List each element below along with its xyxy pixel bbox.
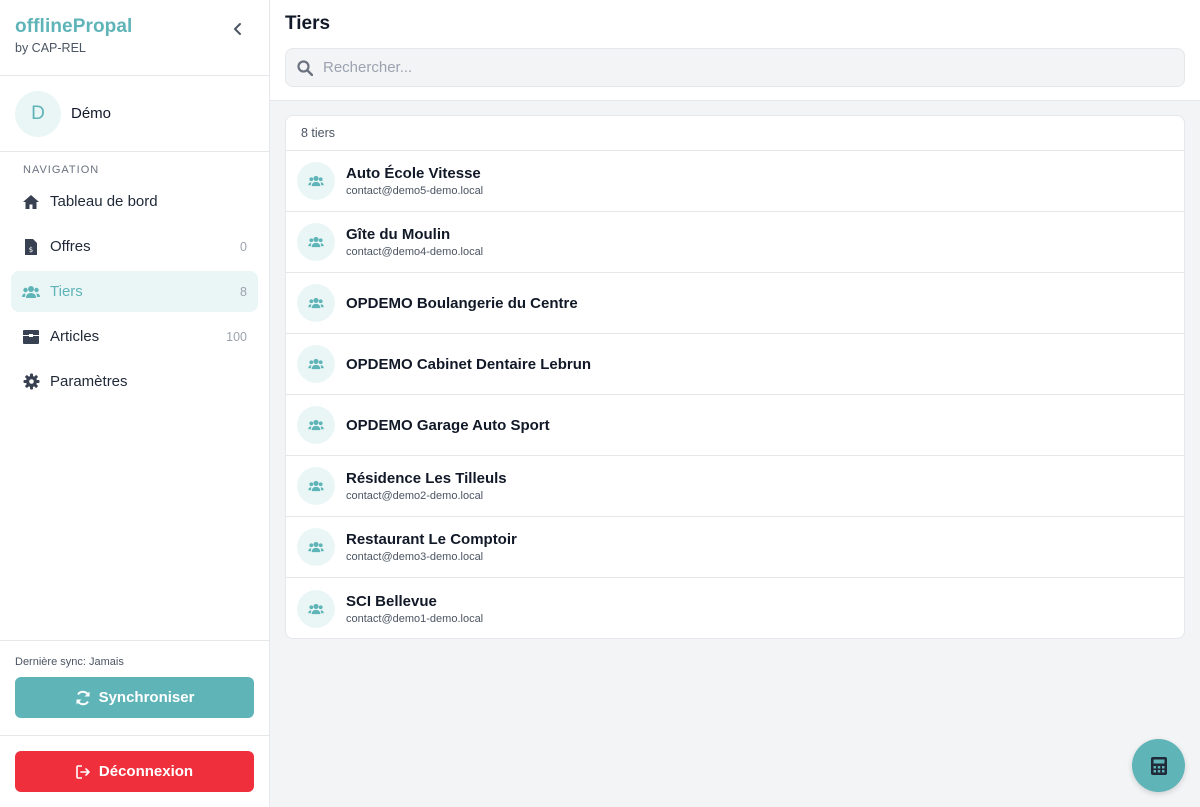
list-item-text: OPDEMO Boulangerie du Centre — [346, 295, 578, 312]
sync-panel: Dernière sync: Jamais Synchroniser — [0, 640, 269, 736]
sidebar-item-count: 0 — [240, 239, 247, 254]
tiers-name: SCI Bellevue — [346, 592, 437, 610]
tiers-email: contact@demo3-demo.local — [346, 551, 484, 563]
sidebar-item-label: Tiers — [50, 283, 83, 300]
calculator-button[interactable] — [1132, 739, 1185, 792]
list-item[interactable]: Gîte du Moulin contact@demo4-demo.local — [286, 212, 1184, 273]
logout-button[interactable]: Déconnexion — [15, 751, 254, 792]
gear-icon — [22, 373, 40, 391]
nav-list: Tableau de bord $ Offres 0 Tiers 8 Artic… — [0, 181, 269, 402]
sidebar-item-articles[interactable]: Articles 100 — [11, 316, 258, 357]
list-item[interactable]: Restaurant Le Comptoir contact@demo3-demo… — [286, 517, 1184, 578]
sidebar-item-count: 8 — [240, 284, 247, 299]
main-content: Tiers 8 tiers Auto École Vitesse contact@… — [270, 0, 1200, 807]
tiers-name: OPDEMO Boulangerie du Centre — [346, 294, 578, 312]
tiers-email: contact@demo5-demo.local — [346, 185, 484, 197]
tiers-name: OPDEMO Garage Auto Sport — [346, 416, 550, 434]
logout-button-label: Déconnexion — [98, 763, 194, 780]
tiers-list: 8 tiers Auto École Vitesse contact@demo5-… — [285, 115, 1185, 639]
list-item[interactable]: SCI Bellevue contact@demo1-demo.local — [286, 578, 1184, 638]
tiers-name: Gîte du Moulin — [346, 226, 451, 243]
tiers-email: contact@demo4-demo.local — [346, 246, 484, 258]
sidebar-item-dashboard[interactable]: Tableau de bord — [11, 181, 258, 222]
list-item[interactable]: OPDEMO Garage Auto Sport — [286, 395, 1184, 456]
sidebar-item-count: 100 — [226, 329, 247, 344]
users-icon — [22, 283, 40, 301]
users-icon — [297, 467, 335, 505]
sidebar-item-label: Offres — [50, 238, 91, 255]
sidebar-item-label: Paramètres — [50, 373, 128, 390]
users-icon — [297, 223, 335, 261]
sync-button[interactable]: Synchroniser — [15, 677, 254, 718]
search-bar — [285, 48, 1185, 87]
brand-name: offlinePropal — [15, 16, 133, 37]
svg-text:$: $ — [29, 246, 33, 254]
chevron-left-icon[interactable] — [229, 20, 247, 38]
refresh-icon — [76, 690, 90, 705]
tiers-name: Résidence Les Tilleuls — [346, 470, 507, 487]
sidebar-item-tiers[interactable]: Tiers 8 — [11, 271, 258, 312]
calculator-icon — [1150, 756, 1167, 775]
list-item-text: Résidence Les Tilleuls contact@demo2-demo… — [346, 470, 507, 502]
invoice-icon: $ — [22, 238, 40, 256]
users-icon — [297, 284, 335, 322]
tiers-email: contact@demo1-demo.local — [346, 612, 484, 625]
brand-subtitle: by CAP-REL — [15, 41, 86, 55]
page-title: Tiers — [285, 13, 331, 34]
logout-icon — [76, 764, 90, 779]
users-icon — [297, 528, 335, 566]
sidebar-item-label: Articles — [50, 328, 100, 345]
tiers-name: Restaurant Le Comptoir — [346, 531, 517, 548]
users-icon — [297, 345, 335, 383]
sidebar-item-label: Tableau de bord — [50, 193, 158, 210]
users-icon — [297, 406, 335, 444]
sync-button-label: Synchroniser — [98, 689, 195, 706]
tiers-name: Auto École Vitesse — [346, 165, 481, 182]
page-header: Tiers — [270, 0, 1200, 101]
avatar: D — [15, 90, 61, 137]
sidebar-item-offres[interactable]: $ Offres 0 — [11, 226, 258, 267]
list-item[interactable]: Résidence Les Tilleuls contact@demo2-demo… — [286, 456, 1184, 517]
search-input[interactable] — [323, 59, 1123, 76]
tiers-name: OPDEMO Cabinet Dentaire Lebrun — [346, 355, 592, 373]
search-icon — [297, 59, 313, 76]
list-item-text: Auto École Vitesse contact@demo5-demo.loc… — [346, 165, 483, 197]
users-icon — [297, 162, 335, 200]
list-count: 8 tiers — [286, 116, 1184, 151]
list-item-text: Gîte du Moulin contact@demo4-demo.local — [346, 226, 483, 258]
list-item-text: OPDEMO Cabinet Dentaire Lebrun — [346, 356, 591, 373]
list-item-text: OPDEMO Garage Auto Sport — [346, 417, 550, 434]
user-card: D Démo — [0, 76, 269, 152]
home-icon — [22, 193, 40, 211]
brand: offlinePropal by CAP-REL — [0, 0, 269, 76]
box-icon — [22, 328, 40, 346]
list-item-text: SCI Bellevue contact@demo1-demo.local — [346, 593, 483, 625]
list-item[interactable]: OPDEMO Boulangerie du Centre — [286, 273, 1184, 334]
list-item[interactable]: Auto École Vitesse contact@demo5-demo.loc… — [286, 151, 1184, 212]
users-icon — [297, 589, 335, 628]
user-name: Démo — [71, 105, 112, 122]
tiers-email: contact@demo2-demo.local — [346, 490, 484, 502]
list-item[interactable]: OPDEMO Cabinet Dentaire Lebrun — [286, 334, 1184, 395]
sidebar: offlinePropal by CAP-REL D Démo NAVIGATI… — [0, 0, 270, 807]
last-sync-text: Dernière sync: Jamais — [15, 656, 124, 668]
nav-section-title: NAVIGATION — [23, 164, 100, 176]
list-item-text: Restaurant Le Comptoir contact@demo3-demo… — [346, 531, 517, 563]
sidebar-item-parametres[interactable]: Paramètres — [11, 361, 258, 402]
